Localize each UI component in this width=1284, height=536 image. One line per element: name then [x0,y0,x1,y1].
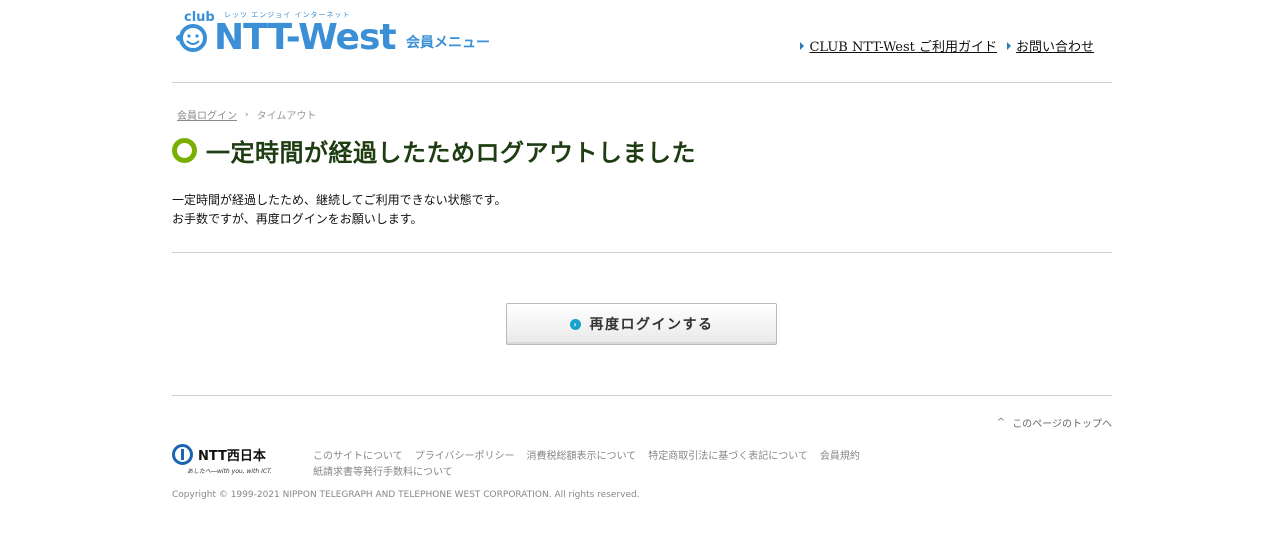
back-to-top-link[interactable]: ^ このページのトップへ [997,415,1112,430]
logo-wordmark: NTT-West [214,17,397,58]
breadcrumb-current: タイムアウト [256,111,317,122]
club-ntt-west-logo[interactable]: club レッツ エンジョイ インターネット NTT-West 会員メニュー [174,10,494,58]
timeout-message: 一定時間が経過したため、継続してご利用できない状態です。 お手数ですが、再度ログ… [172,191,506,229]
content-divider [172,252,1112,253]
arrow-right-icon [1006,41,1011,50]
ntt-west-logo: NTT西日本 あしたへ―with you, with ICT. [172,443,272,477]
page-wrapper: club レッツ エンジョイ インターネット NTT-West 会員メニュー C… [172,0,1112,536]
ntt-symbol-icon [172,444,193,465]
ring-bullet-icon [172,138,197,163]
chevron-right-icon: › [245,109,249,120]
footer-link-about[interactable]: このサイトについて [313,451,403,462]
footer-link-privacy[interactable]: プライバシーポリシー [415,451,515,462]
contact-link-label: お問い合わせ [1015,40,1094,55]
arrow-right-icon [800,41,805,50]
back-to-top-label: このページのトップへ [1012,419,1112,430]
guide-link[interactable]: CLUB NTT-West ご利用ガイド [800,36,997,55]
footer-link-terms[interactable]: 会員規約 [820,451,860,462]
copyright: Copyright © 1999-2021 NIPPON TELEGRAPH A… [172,490,640,500]
footer-link-tax[interactable]: 消費税総額表示について [527,451,637,462]
chevron-circle-icon: › [569,318,581,330]
logo-member-menu: 会員メニュー [406,35,490,51]
header-links: CLUB NTT-West ご利用ガイド お問い合わせ [800,36,1094,55]
relogin-button[interactable]: › 再度ログインする [506,303,777,345]
guide-link-label: CLUB NTT-West ご利用ガイド [809,40,997,55]
ntt-tagline: あしたへ―with you, with ICT. [187,468,272,475]
relogin-button-label: 再度ログインする [589,317,714,333]
breadcrumb: 会員ログイン › タイムアウト [177,107,317,123]
header-divider [172,82,1112,83]
message-line-2: お手数ですが、再度ログインをお願いします。 [172,212,423,226]
page-title: 一定時間が経過したためログアウトしました [206,139,696,167]
breadcrumb-login-link[interactable]: 会員ログイン [177,107,237,122]
message-line-1: 一定時間が経過したため、継続してご利用できない状態です。 [172,193,507,207]
ntt-brand-text: NTT西日本 [198,449,266,464]
page-heading: 一定時間が経過したためログアウトしました [172,133,696,168]
smiley-face-icon [176,24,207,52]
caret-up-icon: ^ [996,417,1006,428]
footer-links: このサイトについて プライバシーポリシー 消費税総額表示について 特定商取引法に基づく… [313,449,1013,481]
footer-link-fee[interactable]: 紙請求書等発行手数料について [313,467,453,478]
footer-divider [172,395,1112,396]
contact-link[interactable]: お問い合わせ [1006,36,1094,55]
footer-link-commerce[interactable]: 特定商取引法に基づく表記について [648,451,808,462]
